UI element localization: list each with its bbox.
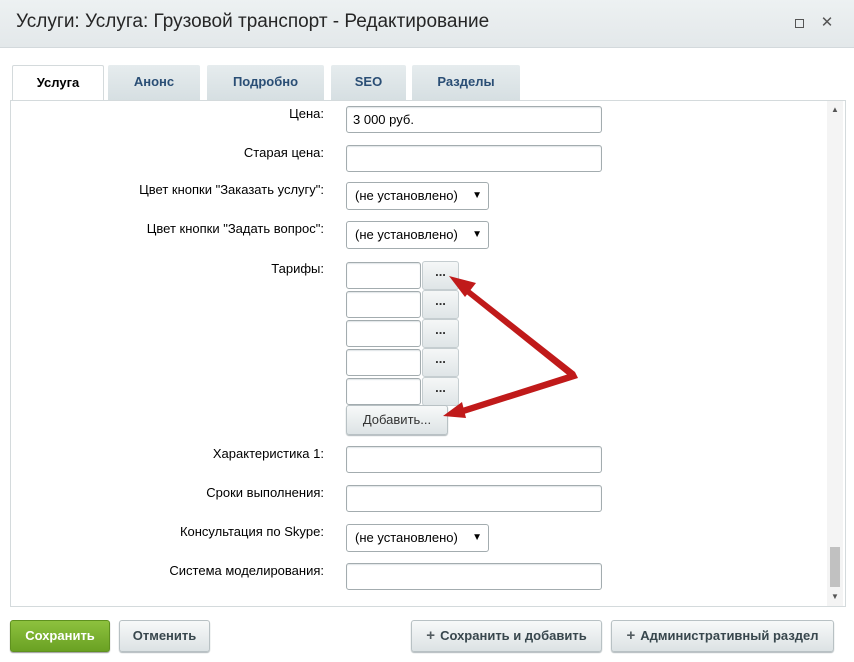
characteristic1-input[interactable] xyxy=(346,446,602,473)
ask-button-color-select[interactable]: (не установлено) ▼ xyxy=(346,221,489,249)
tariff-browse-button[interactable]: ... xyxy=(422,377,459,406)
form-panel: Цена: 3 000 руб. Старая цена: Цвет кнопк… xyxy=(10,100,846,607)
tab-podrobno[interactable]: Подробно xyxy=(207,65,324,100)
characteristic1-label: Характеристика 1: xyxy=(212,446,324,461)
tariff-browse-button[interactable]: ... xyxy=(422,261,459,290)
order-button-color-value: (не установлено) xyxy=(355,188,458,203)
admin-section-label: Административный раздел xyxy=(640,628,819,643)
deadlines-label: Сроки выполнения: xyxy=(206,485,324,500)
tariff-browse-button[interactable]: ... xyxy=(422,319,459,348)
skype-value: (не установлено) xyxy=(355,530,458,545)
modeling-system-label: Система моделирования: xyxy=(169,563,324,578)
vertical-scrollbar[interactable]: ▲ ▼ xyxy=(827,101,843,606)
tab-bar: Услуга Анонс Подробно SEO Разделы xyxy=(10,48,844,102)
close-icon[interactable]: ✕ xyxy=(820,15,834,30)
tariff-browse-button[interactable]: ... xyxy=(422,348,459,377)
chevron-down-icon: ▼ xyxy=(472,190,482,201)
ask-button-color-value: (не установлено) xyxy=(355,227,458,242)
price-label: Цена: xyxy=(289,106,324,121)
order-button-color-label: Цвет кнопки "Заказать услугу": xyxy=(139,182,324,197)
chevron-down-icon: ▼ xyxy=(472,532,482,543)
add-tariff-button[interactable]: Добавить... xyxy=(346,405,448,435)
plus-icon: + xyxy=(626,627,636,644)
chevron-down-icon: ▼ xyxy=(472,229,482,240)
window-title: Услуги: Услуга: Грузовой транспорт - Ред… xyxy=(16,11,490,32)
save-and-add-label: Сохранить и добавить xyxy=(440,628,587,643)
old-price-label: Старая цена: xyxy=(243,145,324,160)
maximize-icon[interactable] xyxy=(792,16,806,30)
plus-icon: + xyxy=(426,627,436,644)
deadlines-input[interactable] xyxy=(346,485,602,512)
tariff-input[interactable] xyxy=(346,349,421,376)
tariff-browse-button[interactable]: ... xyxy=(422,290,459,319)
tariff-input[interactable] xyxy=(346,378,421,405)
old-price-input[interactable] xyxy=(346,145,602,172)
admin-section-button[interactable]: + Административный раздел xyxy=(611,620,834,652)
scroll-down-icon[interactable]: ▼ xyxy=(827,590,843,604)
skype-select[interactable]: (не установлено) ▼ xyxy=(346,524,489,552)
tariff-input[interactable] xyxy=(346,262,421,289)
cancel-button[interactable]: Отменить xyxy=(119,620,210,652)
modeling-system-input[interactable] xyxy=(346,563,602,590)
save-button[interactable]: Сохранить xyxy=(10,620,110,652)
save-and-add-button[interactable]: + Сохранить и добавить xyxy=(411,620,602,652)
tab-anons[interactable]: Анонс xyxy=(108,65,200,100)
price-input[interactable]: 3 000 руб. xyxy=(346,106,602,133)
window-titlebar: Услуги: Услуга: Грузовой транспорт - Ред… xyxy=(0,0,854,48)
tariffs-label: Тарифы: xyxy=(271,261,324,276)
tariff-input[interactable] xyxy=(346,291,421,318)
scrollbar-thumb[interactable] xyxy=(830,547,840,587)
tariff-input[interactable] xyxy=(346,320,421,347)
tab-usluga[interactable]: Услуга xyxy=(12,65,104,102)
tab-seo[interactable]: SEO xyxy=(331,65,406,100)
ask-button-color-label: Цвет кнопки "Задать вопрос": xyxy=(146,221,324,236)
order-button-color-select[interactable]: (не установлено) ▼ xyxy=(346,182,489,210)
tab-razdely[interactable]: Разделы xyxy=(412,65,520,100)
scroll-up-icon[interactable]: ▲ xyxy=(827,103,843,117)
skype-label: Консультация по Skype: xyxy=(179,524,324,539)
